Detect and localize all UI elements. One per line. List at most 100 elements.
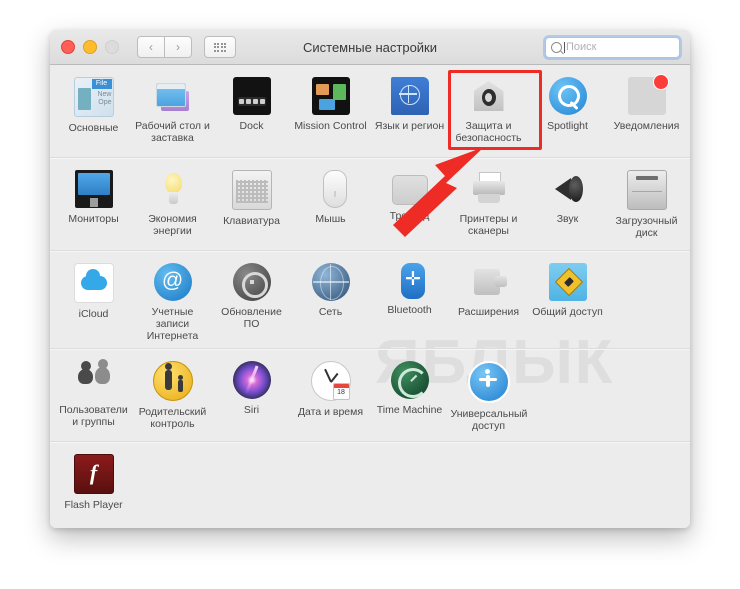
close-button[interactable] bbox=[61, 40, 75, 54]
search-icon bbox=[551, 41, 562, 53]
pref-label: Мониторы bbox=[68, 213, 119, 225]
software-update-icon bbox=[232, 263, 271, 301]
minimize-button[interactable] bbox=[83, 40, 97, 54]
zoom-button bbox=[105, 40, 119, 54]
pref-pane-bluetooth[interactable]: ✛ Bluetooth bbox=[370, 259, 449, 342]
pref-pane-extensions[interactable]: Расширения bbox=[449, 259, 528, 342]
chevron-right-icon: › bbox=[176, 40, 180, 54]
pref-label: Защита и безопасность bbox=[455, 120, 522, 144]
preferences-row: Пользователи и группы Родительский контр… bbox=[50, 349, 690, 442]
pref-pane-flash-player[interactable]: f Flash Player bbox=[54, 450, 133, 528]
show-all-button[interactable] bbox=[204, 36, 236, 58]
pref-pane-users-groups[interactable]: Пользователи и группы bbox=[54, 357, 133, 435]
pref-label: Уведомления bbox=[613, 120, 680, 132]
pref-cell-empty bbox=[528, 450, 607, 528]
pref-pane-sharing[interactable]: Общий доступ bbox=[528, 259, 607, 342]
screenshot-root: ‹ › Системные настройки Поиск New Ope Fi… bbox=[0, 0, 740, 589]
pref-cell-empty bbox=[291, 450, 370, 528]
energy-saver-icon bbox=[154, 170, 192, 208]
desktop-screensaver-icon bbox=[154, 77, 192, 115]
pref-label: Принтеры и сканеры bbox=[459, 213, 518, 237]
network-icon bbox=[311, 263, 350, 301]
pref-label: Мышь bbox=[315, 213, 346, 225]
preferences-row: NewOpe Основные Рабочий стол и заставка … bbox=[50, 65, 690, 158]
pref-label: Рабочий стол и заставка bbox=[135, 120, 210, 144]
pref-pane-internet-accounts[interactable]: @ Учетные записи Интернета bbox=[133, 259, 212, 342]
pref-pane-notifications[interactable]: Уведомления bbox=[607, 73, 686, 151]
mouse-icon bbox=[322, 170, 347, 208]
pref-cell-empty bbox=[607, 259, 686, 342]
pref-pane-desktop-screensaver[interactable]: Рабочий стол и заставка bbox=[133, 73, 212, 151]
flash-player-icon: f bbox=[73, 454, 114, 494]
pref-label: Расширения bbox=[457, 306, 520, 318]
pref-label: Родительский контроль bbox=[138, 406, 207, 430]
pref-pane-parental-controls[interactable]: Родительский контроль bbox=[133, 357, 212, 435]
text-caret bbox=[564, 41, 565, 53]
notification-badge bbox=[652, 74, 669, 90]
notifications-icon bbox=[627, 74, 669, 115]
pref-label: Универсальный доступ bbox=[450, 408, 528, 432]
pref-pane-startup-disk[interactable]: Загрузочный диск bbox=[607, 166, 686, 244]
pref-label: Dock bbox=[239, 120, 264, 132]
preferences-row: iCloud @ Учетные записи Интернета Обновл… bbox=[50, 251, 690, 349]
search-input[interactable] bbox=[566, 41, 666, 53]
pref-label: Основные bbox=[68, 122, 119, 134]
pref-pane-spotlight[interactable]: Spotlight bbox=[528, 73, 607, 151]
spotlight-icon bbox=[548, 77, 587, 115]
pref-pane-general[interactable]: NewOpe Основные bbox=[54, 73, 133, 151]
pref-label: Экономия энергии bbox=[148, 213, 197, 237]
pref-pane-software-update[interactable]: Обновление ПО bbox=[212, 259, 291, 342]
search-container bbox=[545, 36, 680, 58]
pref-pane-language-region[interactable]: Язык и регион bbox=[370, 73, 449, 151]
pref-label: Flash Player bbox=[64, 499, 123, 511]
pref-label: Обновление ПО bbox=[221, 306, 282, 330]
pref-label: Клавиатура bbox=[223, 215, 280, 227]
printers-scanners-icon bbox=[470, 170, 508, 208]
pref-pane-keyboard[interactable]: Клавиатура bbox=[212, 166, 291, 244]
pref-pane-accessibility[interactable]: Универсальный доступ bbox=[449, 357, 528, 435]
pref-pane-mouse[interactable]: Мышь bbox=[291, 166, 370, 244]
pref-pane-security-privacy[interactable]: Защита и безопасность bbox=[449, 73, 528, 151]
pref-cell-empty bbox=[370, 450, 449, 528]
window-titlebar: ‹ › Системные настройки bbox=[50, 30, 690, 65]
pref-label: Общий доступ bbox=[532, 306, 603, 318]
preferences-grid: ЯБЛЫК NewOpe Основные Рабочий стол и зас… bbox=[50, 65, 690, 528]
pref-label: Учетные записи Интернета bbox=[146, 306, 199, 342]
security-privacy-icon bbox=[470, 77, 508, 115]
search-field[interactable] bbox=[545, 36, 680, 58]
chevron-left-icon: ‹ bbox=[149, 40, 153, 54]
pref-pane-network[interactable]: Сеть bbox=[291, 259, 370, 342]
pref-pane-sound[interactable]: Звук bbox=[528, 166, 607, 244]
pref-pane-printers-scanners[interactable]: Принтеры и сканеры bbox=[449, 166, 528, 244]
pref-cell-empty bbox=[449, 450, 528, 528]
forward-button[interactable]: › bbox=[165, 36, 192, 58]
pref-pane-mission-control[interactable]: Mission Control bbox=[291, 73, 370, 151]
mission-control-icon bbox=[311, 77, 350, 115]
grid-view-icon bbox=[213, 42, 227, 52]
pref-label: Загрузочный диск bbox=[615, 215, 678, 239]
date-time-icon: 18 bbox=[310, 361, 351, 401]
preferences-row: f Flash Player bbox=[50, 442, 690, 528]
traffic-lights bbox=[61, 40, 119, 54]
pref-pane-icloud[interactable]: iCloud bbox=[54, 259, 133, 342]
pref-label: Siri bbox=[243, 404, 260, 416]
sound-icon bbox=[549, 170, 587, 208]
startup-disk-icon bbox=[626, 170, 667, 210]
pref-label: Сеть bbox=[318, 306, 343, 318]
pref-pane-trackpad[interactable]: Трекпад bbox=[370, 166, 449, 244]
preferences-row: Мониторы Экономия энергии Клавиатура Мыш… bbox=[50, 158, 690, 251]
pref-label: iCloud bbox=[78, 308, 109, 320]
pref-pane-dock[interactable]: Dock bbox=[212, 73, 291, 151]
pref-label: Bluetooth bbox=[387, 304, 432, 316]
pref-label: Time Machine bbox=[376, 404, 443, 416]
pref-pane-displays[interactable]: Мониторы bbox=[54, 166, 133, 244]
pref-pane-time-machine[interactable]: Time Machine bbox=[370, 357, 449, 435]
sharing-icon bbox=[548, 263, 587, 301]
back-button[interactable]: ‹ bbox=[137, 36, 165, 58]
pref-cell-empty bbox=[607, 450, 686, 528]
pref-pane-siri[interactable]: Siri bbox=[212, 357, 291, 435]
navigation-buttons: ‹ › bbox=[137, 36, 192, 58]
pref-pane-energy-saver[interactable]: Экономия энергии bbox=[133, 166, 212, 244]
pref-pane-date-time[interactable]: 18 Дата и время bbox=[291, 357, 370, 435]
accessibility-icon bbox=[467, 361, 510, 403]
